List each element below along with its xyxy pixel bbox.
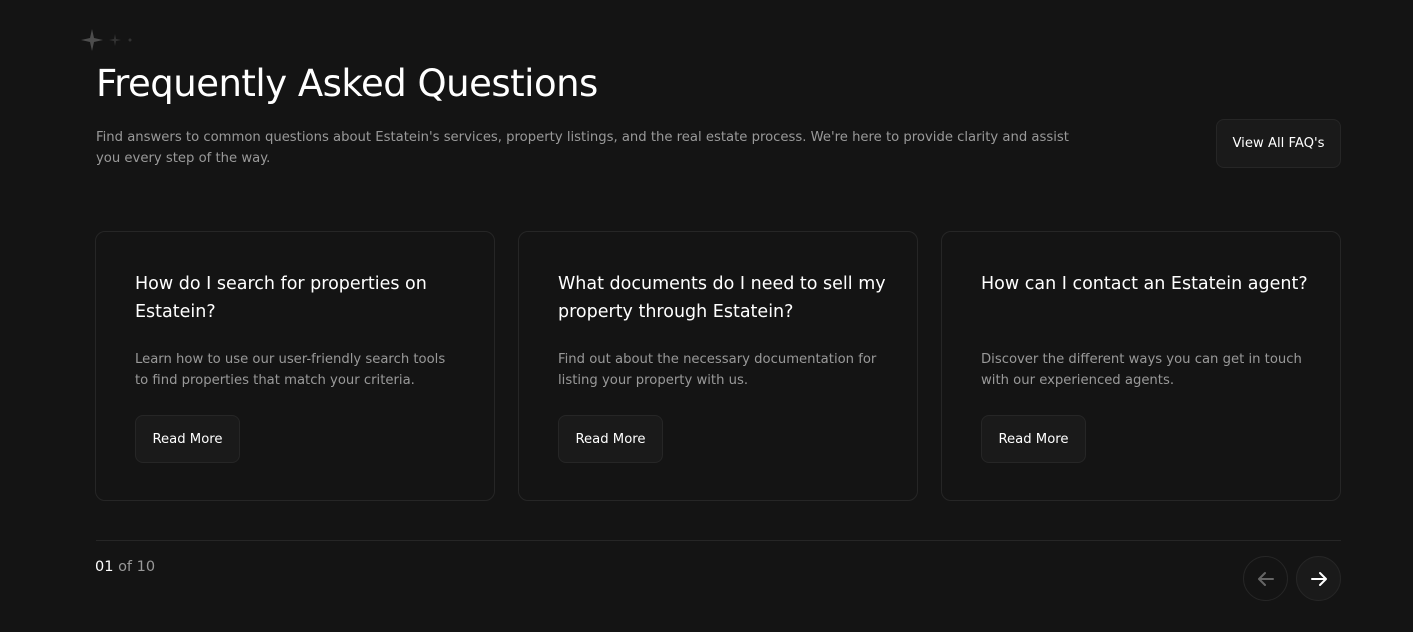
arrow-right-icon [1310,571,1327,586]
read-more-button[interactable]: Read More [981,415,1086,463]
page-description: Find answers to common questions about E… [96,130,1069,166]
faq-answer: Discover the different ways you can get … [981,352,1302,388]
pagination-counter: 01 of 10 [95,557,155,577]
faq-answer: Find out about the necessary documentati… [558,352,877,388]
read-more-button[interactable]: Read More [558,415,663,463]
previous-page-button[interactable] [1243,556,1288,601]
view-all-faqs-button[interactable]: View All FAQ's [1216,119,1341,168]
read-more-button[interactable]: Read More [135,415,240,463]
sparkle-icon [81,29,132,51]
faq-answer: Learn how to use our user-friendly searc… [135,352,446,388]
faq-question: What documents do I need to sell my prop… [558,274,886,322]
faq-question: How can I contact an Estatein agent? [981,274,1308,294]
divider [96,540,1341,541]
pagination-current: 01 [95,559,114,575]
page-title: Frequently Asked Questions [96,62,598,105]
faq-card: How do I search for properties on Estate… [95,231,495,501]
pagination-total: 10 [136,559,156,575]
faq-question: How do I search for properties on Estate… [135,274,427,322]
faq-card: How can I contact an Estatein agent? Dis… [941,231,1341,501]
faq-card: What documents do I need to sell my prop… [518,231,918,501]
arrow-left-icon [1257,571,1274,586]
pagination-separator: of [118,559,133,575]
next-page-button[interactable] [1296,556,1341,601]
